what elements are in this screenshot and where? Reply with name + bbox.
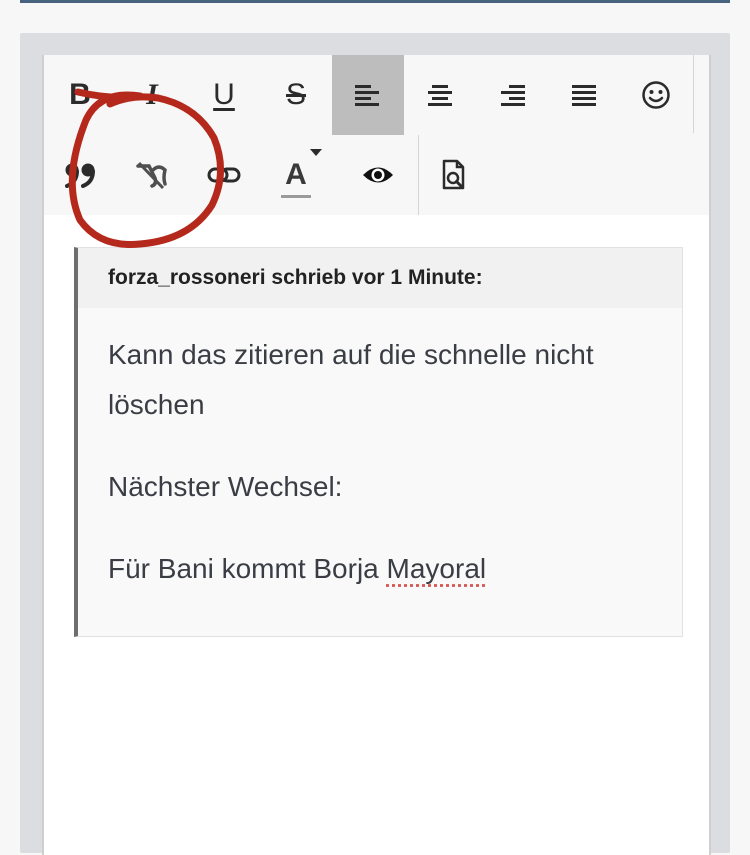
link-icon [207, 165, 241, 185]
underline-button[interactable]: U [188, 55, 260, 135]
align-left-icon [355, 83, 381, 107]
underline-icon: U [213, 80, 235, 110]
misspelled-word: Mayoral [387, 553, 487, 584]
preview-button[interactable] [342, 135, 414, 215]
italic-button[interactable]: I [116, 55, 188, 135]
caret-down-icon [310, 149, 322, 157]
color-swatch-bar [281, 195, 311, 198]
remove-formatting-button[interactable] [116, 135, 188, 215]
quote-body: Kann das zitieren auf die schnelle nicht… [78, 308, 682, 594]
text-color-icon: A [285, 160, 307, 190]
eye-icon [361, 164, 395, 186]
insert-link-button[interactable] [188, 135, 260, 215]
text-color-button[interactable]: A [260, 135, 332, 215]
quote-paragraph: Für Bani kommt Borja Mayoral [108, 544, 652, 594]
justify-button[interactable] [548, 55, 620, 135]
quote-text: Für Bani kommt Borja [108, 553, 387, 584]
quote-block: forza_rossoneri schrieb vor 1 Minute: Ka… [74, 247, 683, 637]
strikethrough-icon: S [286, 80, 306, 110]
toolbar-separator [693, 55, 694, 133]
remove-formatting-icon [135, 160, 169, 190]
header-accent-bar [20, 0, 730, 3]
emoji-button[interactable] [620, 55, 692, 135]
quote-icon [63, 162, 97, 188]
strikethrough-button[interactable]: S [260, 55, 332, 135]
align-left-button[interactable] [332, 55, 404, 135]
align-center-button[interactable] [404, 55, 476, 135]
preview-document-button[interactable] [418, 135, 490, 215]
quote-paragraph: Nächster Wechsel: [108, 462, 652, 512]
align-right-button[interactable] [476, 55, 548, 135]
bold-icon: B [69, 80, 91, 110]
bold-button[interactable]: B [44, 55, 116, 135]
italic-icon: I [146, 80, 158, 110]
align-center-icon [427, 83, 453, 107]
quote-button[interactable] [44, 135, 116, 215]
smiley-icon [641, 80, 671, 110]
quote-author-header: forza_rossoneri schrieb vor 1 Minute: [78, 248, 682, 308]
rich-text-editor[interactable]: B I U S A forza_rossoneri schrieb vor 1 … [42, 55, 711, 855]
justify-icon [571, 83, 597, 107]
quote-paragraph: Kann das zitieren auf die schnelle nicht… [108, 330, 652, 430]
align-right-icon [499, 83, 525, 107]
editor-toolbar: B I U S A [44, 55, 709, 215]
document-search-icon [439, 159, 469, 191]
editor-frame: B I U S A forza_rossoneri schrieb vor 1 … [20, 33, 730, 853]
